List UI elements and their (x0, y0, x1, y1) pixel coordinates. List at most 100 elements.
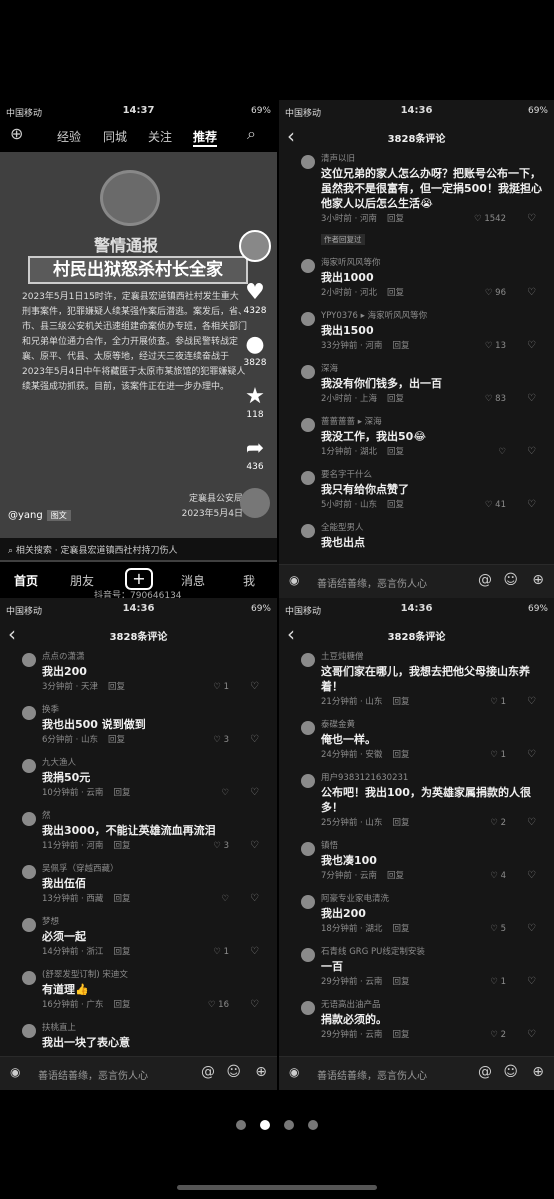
comment-like-button[interactable]: ♡ 13 (485, 338, 506, 354)
reply-button[interactable]: 回复 (113, 841, 130, 851)
avatar[interactable] (22, 653, 36, 667)
avatar[interactable] (301, 365, 315, 379)
comment-like-button[interactable]: ♡ 2 (490, 815, 506, 831)
author-name[interactable]: @yang (8, 510, 43, 521)
avatar[interactable] (22, 1024, 36, 1038)
comment-like-button[interactable]: ♡ (221, 891, 229, 907)
comment-input-bar[interactable]: ◉ 善语结善缘，恶言伤人心 @ ☺ ⊕ (279, 1056, 554, 1090)
comment-item[interactable]: 无语高出油产品 捐款必须的。 29分钟前 · 云南 回复 ♡ 2 ♡ (279, 998, 554, 1043)
dislike-icon[interactable]: ♡ (250, 997, 259, 1013)
page-dot[interactable] (236, 1120, 246, 1130)
comment-like-button[interactable]: ♡ 2 (490, 1027, 506, 1043)
comment-username[interactable]: 扶桃直上 (42, 1021, 269, 1035)
comment-input-bar[interactable]: ◉ 善语结善缘，恶言伤人心 @ ☺ ⊕ (0, 1056, 277, 1090)
reply-button[interactable]: 回复 (387, 214, 404, 224)
comment-like-button[interactable]: ♡ (221, 785, 229, 801)
dislike-icon[interactable]: ♡ (250, 679, 259, 695)
comment-item[interactable]: 阿豪专业家电清洗 我出200 18分钟前 · 湖北 回复 ♡ 5 ♡ (279, 892, 554, 937)
search-icon[interactable]: ⌕ (247, 124, 256, 144)
comment-username[interactable]: 泰碟金黄 (321, 718, 546, 732)
avatar[interactable] (301, 895, 315, 909)
comment-username[interactable]: 要名字干什么 (321, 468, 546, 482)
comment-username[interactable]: 蔷蔷蔷蔷 ▸ 深海 (321, 415, 546, 429)
comment-item[interactable]: 镇悟 我也凑100 7分钟前 · 云南 回复 ♡ 4 ♡ (279, 839, 554, 884)
reply-button[interactable]: 回复 (392, 1030, 409, 1040)
reply-button[interactable]: 回复 (113, 894, 130, 904)
comment-item[interactable]: 土豆炖糖僧 这哥们家在哪儿，我想去把他父母接山东养着！ 21分钟前 · 山东 回复 ♡ … (279, 650, 554, 710)
reply-button[interactable]: 回复 (108, 682, 125, 692)
comment-item[interactable]: 换季 我也出500 说到做到 6分钟前 · 山东 回复 ♡ 3 ♡ (0, 703, 277, 748)
dislike-icon[interactable]: ♡ (527, 747, 536, 763)
comment-like-button[interactable]: ♡ 16 (208, 997, 229, 1013)
comment-item[interactable]: (舒翠发型订制) 宋迪文 有道理👍 16分钟前 · 广东 回复 ♡ 16 ♡ (0, 968, 277, 1013)
comment-item[interactable]: 然我出3000，不能让英雄流血再流泪 11分钟前 · 河南 回复 ♡ 3 ♡ (0, 809, 277, 854)
comment-item[interactable]: 海家听风风等你 我出1000 2小时前 · 河北 回复 ♡ 96 ♡ (279, 256, 554, 301)
reply-button[interactable]: 回复 (108, 735, 125, 745)
reply-button[interactable]: 回复 (392, 697, 409, 707)
dislike-icon[interactable]: ♡ (527, 211, 536, 227)
avatar[interactable] (301, 471, 315, 485)
nav-friends[interactable]: 朋友 (70, 572, 94, 589)
avatar[interactable] (301, 653, 315, 667)
comment-like-button[interactable]: ♡ 1 (490, 974, 506, 990)
avatar[interactable] (301, 312, 315, 326)
dislike-icon[interactable]: ♡ (250, 785, 259, 801)
comment-item[interactable]: 点点の潇潇 我出200 3分钟前 · 天津 回复 ♡ 1 ♡ (0, 650, 277, 695)
comment-item[interactable]: 全能型男人 我也出点 (279, 521, 554, 550)
reply-button[interactable]: 回复 (387, 447, 404, 457)
comment-like-button[interactable]: ♡ 3 (213, 732, 229, 748)
reply-button[interactable]: 回复 (387, 288, 404, 298)
add-icon[interactable]: ⊕ (10, 124, 23, 143)
comment-item[interactable]: 清声以旧 这位兄弟的家人怎么办呀？把账号公布一下，虽然我不是很富有，但一定捐500… (279, 152, 554, 248)
dislike-icon[interactable]: ♡ (527, 497, 536, 513)
nav-home[interactable]: 首页 (14, 572, 38, 589)
comment-input-bar[interactable]: ◉ 善语结善缘，恶言伤人心 @ ☺ ⊕ (279, 564, 554, 598)
comment-like-button[interactable]: ♡ 1 (213, 944, 229, 960)
comment-like-button[interactable]: ♡ 4 (490, 868, 506, 884)
comment-item[interactable]: YPY0376 ▸ 海家听风风等你 我出1500 33分钟前 · 河南 回复 ♡ 13 ♡ (279, 309, 554, 354)
dislike-icon[interactable]: ♡ (527, 338, 536, 354)
dislike-icon[interactable]: ♡ (250, 891, 259, 907)
comment-username[interactable]: 换季 (42, 703, 269, 717)
tab-recommend[interactable]: 推荐 (193, 128, 218, 147)
comment-username[interactable]: 吴佩孚（穿越西藏） (42, 862, 269, 876)
comment-like-button[interactable]: ♡ 5 (490, 921, 506, 937)
mention-icon[interactable]: @ (201, 1064, 215, 1080)
avatar[interactable] (22, 706, 36, 720)
comment-username[interactable]: 全能型男人 (321, 521, 546, 535)
comment-username[interactable]: 用户9383121630231 (321, 771, 546, 785)
comment-like-button[interactable]: ♡ (498, 444, 506, 460)
avatar[interactable] (301, 948, 315, 962)
reply-button[interactable]: 回复 (392, 977, 409, 987)
tab-local[interactable]: 同城 (103, 128, 127, 145)
comment-like-button[interactable]: ♡ 1 (490, 694, 506, 710)
video-content[interactable]: 警情通报 村民出狱怒杀村长全家 2023年5月1日15时许，定襄县宏道镇西社村发… (0, 152, 277, 562)
comment-like-button[interactable]: ♡ 41 (485, 497, 506, 513)
like-button[interactable]: ♥ 4328 (237, 280, 273, 316)
camera-icon[interactable]: ◉ (10, 1065, 26, 1081)
comment-username[interactable]: 梦想 (42, 915, 269, 929)
dislike-icon[interactable]: ♡ (527, 868, 536, 884)
comment-username[interactable]: 镇悟 (321, 839, 546, 853)
dislike-icon[interactable]: ♡ (250, 732, 259, 748)
favorite-button[interactable]: ★ 118 (237, 384, 273, 420)
comment-item[interactable]: 梦想 必须一起 14分钟前 · 浙江 回复 ♡ 1 ♡ (0, 915, 277, 960)
mention-icon[interactable]: @ (478, 572, 492, 588)
comment-username[interactable]: 九大渔人 (42, 756, 269, 770)
reply-button[interactable]: 回复 (392, 750, 409, 760)
dislike-icon[interactable]: ♡ (527, 815, 536, 831)
avatar[interactable] (301, 259, 315, 273)
comment-username[interactable]: 无语高出油产品 (321, 998, 546, 1012)
avatar[interactable] (22, 918, 36, 932)
avatar[interactable] (301, 1001, 315, 1015)
page-dot[interactable] (308, 1120, 318, 1130)
comment-item[interactable]: 用户9383121630231 公布吧！我出100，为英雄家属捐款的人很多！ 25分… (279, 771, 554, 831)
reply-button[interactable]: 回复 (387, 871, 404, 881)
dislike-icon[interactable]: ♡ (527, 694, 536, 710)
dislike-icon[interactable]: ♡ (527, 285, 536, 301)
dislike-icon[interactable]: ♡ (527, 921, 536, 937)
tab-following[interactable]: 关注 (148, 128, 172, 145)
comment-item[interactable]: 泰碟金黄 俺也一样。 24分钟前 · 安徽 回复 ♡ 1 ♡ (279, 718, 554, 763)
reply-button[interactable]: 回复 (392, 341, 409, 351)
comment-username[interactable]: 海家听风风等你 (321, 256, 546, 270)
